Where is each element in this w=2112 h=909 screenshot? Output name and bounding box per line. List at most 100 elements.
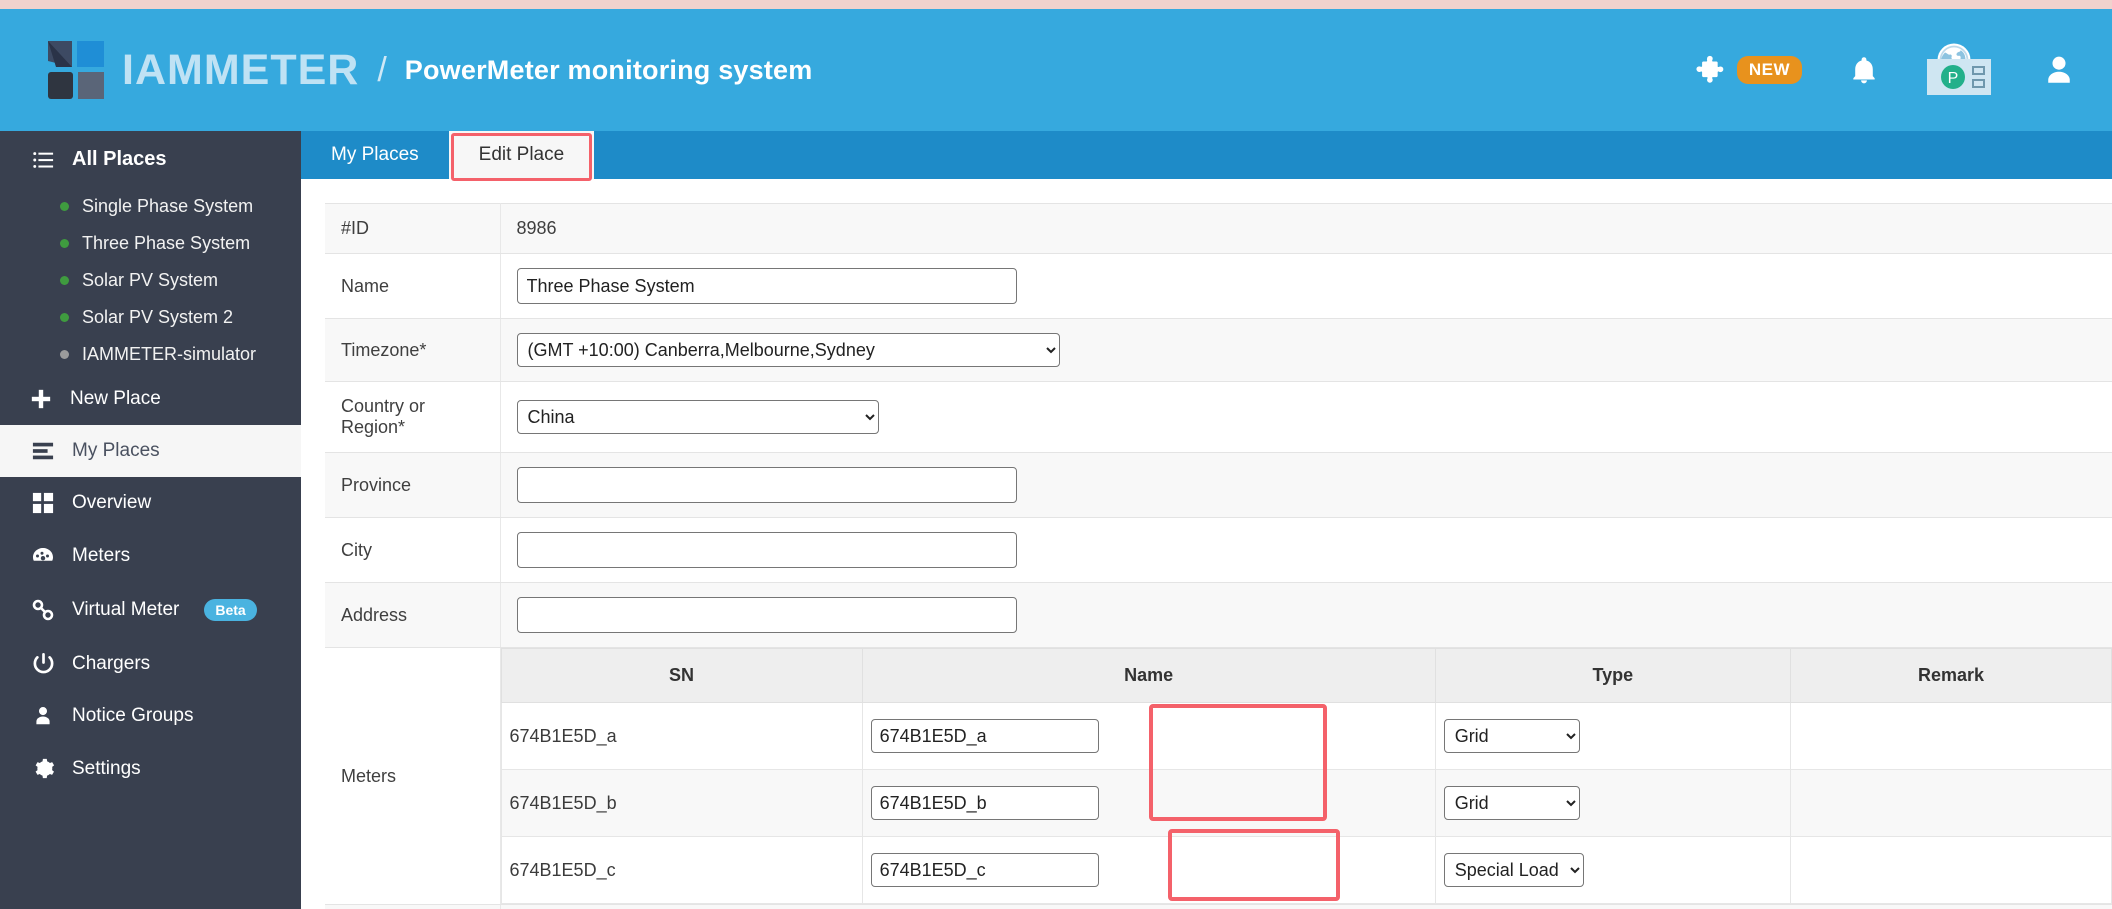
meter-remark xyxy=(1790,702,2112,770)
column-header-name: Name xyxy=(861,648,1436,703)
new-badge: NEW xyxy=(1736,56,1802,84)
puzzle-icon xyxy=(1695,53,1729,87)
timezone-select[interactable]: (GMT +10:00) Canberra,Melbourne,Sydney xyxy=(516,333,1060,367)
status-dot xyxy=(60,350,69,359)
form-row-address: Address xyxy=(325,582,2112,648)
meter-type-select[interactable]: Grid xyxy=(1443,786,1580,820)
province-input[interactable] xyxy=(516,467,1017,503)
meter-sn: 674B1E5D_c xyxy=(500,836,863,904)
header-actions: NEW P xyxy=(1695,42,2076,98)
plugins-button[interactable]: NEW xyxy=(1695,53,1802,87)
meters-header-row: SN Name Type Remark xyxy=(500,648,2112,703)
tab-edit-place[interactable]: Edit Place xyxy=(448,131,595,181)
sidebar-item-overview[interactable]: Overview xyxy=(0,477,301,529)
top-accent-strip xyxy=(0,0,2112,9)
currency-label: Currency xyxy=(325,904,501,909)
table-row: 674B1E5D_b Grid xyxy=(500,769,2112,837)
plus-icon xyxy=(28,388,54,410)
sidebar-item-notice-groups[interactable]: Notice Groups xyxy=(0,690,301,742)
meter-sn: 674B1E5D_b xyxy=(500,769,863,837)
tab-label: My Places xyxy=(331,144,419,165)
address-label: Address xyxy=(325,582,501,648)
link-icon xyxy=(30,598,56,622)
column-header-remark: Remark xyxy=(1790,648,2112,703)
sidebar-notice-groups-label: Notice Groups xyxy=(72,705,194,726)
form-row-province: Province xyxy=(325,452,2112,518)
sidebar-item-all-places[interactable]: All Places xyxy=(0,131,301,188)
brand-logo[interactable]: IAMMETER xyxy=(46,39,359,101)
brand-name: IAMMETER xyxy=(122,45,360,94)
svg-text:P: P xyxy=(1948,70,1959,87)
timezone-label: Timezone* xyxy=(325,318,501,382)
sidebar-overview-label: Overview xyxy=(72,492,152,513)
form-row-name: Name xyxy=(325,253,2112,319)
meter-name-input[interactable] xyxy=(870,786,1099,820)
main-panel: My Places Edit Place #ID 8986 Name Three… xyxy=(301,131,2112,909)
address-input[interactable] xyxy=(516,597,1017,633)
sidebar-item-chargers[interactable]: Chargers xyxy=(0,637,301,690)
country-select[interactable]: China xyxy=(516,400,879,434)
power-icon xyxy=(30,652,56,675)
place-label: Solar PV System 2 xyxy=(82,307,234,327)
name-input[interactable] xyxy=(516,268,1017,304)
sidebar-place-three-phase-system[interactable]: Three Phase System xyxy=(0,225,301,262)
banknote-icon: P xyxy=(1926,58,1992,101)
meter-name-input[interactable] xyxy=(870,719,1099,753)
sidebar-new-place-label: New Place xyxy=(70,388,161,409)
sidebar-settings-label: Settings xyxy=(72,757,141,779)
app-header: IAMMETER / PowerMeter monitoring system … xyxy=(0,9,2112,131)
form-row-id: #ID 8986 xyxy=(325,203,2112,254)
edit-place-form: #ID 8986 Name Timezone* (GMT +10: xyxy=(325,203,2112,909)
column-header-type: Type xyxy=(1434,648,1792,703)
sidebar-item-virtual-meter[interactable]: Virtual Meter Beta xyxy=(0,583,301,637)
id-value: 8986 xyxy=(500,203,2112,254)
iammeter-logo-icon xyxy=(46,39,108,101)
sidebar-item-meters[interactable]: Meters xyxy=(0,529,301,583)
sidebar-place-solar-pv-system[interactable]: Solar PV System xyxy=(0,262,301,299)
page-body: All Places Single Phase System Three Pha… xyxy=(0,131,2112,909)
tab-label: Edit Place xyxy=(478,144,565,165)
sidebar-meters-label: Meters xyxy=(72,545,131,566)
sidebar-item-my-places[interactable]: My Places xyxy=(0,425,301,477)
column-header-sn: SN xyxy=(500,648,863,703)
sidebar-item-settings[interactable]: Settings xyxy=(0,742,301,795)
province-label: Province xyxy=(325,452,501,518)
table-row: 674B1E5D_c Special Load xyxy=(500,836,2112,904)
brand-separator: / xyxy=(377,50,387,89)
place-label: Three Phase System xyxy=(82,233,251,253)
sidebar-item-new-place[interactable]: New Place xyxy=(0,373,301,425)
city-input[interactable] xyxy=(516,532,1017,568)
form-row-currency: Currency USD $ xyxy=(325,904,2112,909)
meter-name-input[interactable] xyxy=(870,853,1099,887)
place-label: Single Phase System xyxy=(82,196,254,216)
country-label: Country or Region* xyxy=(325,381,501,453)
tab-my-places[interactable]: My Places xyxy=(301,131,449,179)
meter-remark xyxy=(1790,769,2112,837)
sidebar-my-places-label: My Places xyxy=(72,440,160,461)
beta-badge: Beta xyxy=(204,599,257,621)
name-label: Name xyxy=(325,253,501,319)
edit-place-form-container: #ID 8986 Name Timezone* (GMT +10: xyxy=(301,179,2112,909)
form-row-timezone: Timezone* (GMT +10:00) Canberra,Melbourn… xyxy=(325,318,2112,382)
id-label: #ID xyxy=(325,203,501,254)
sidebar-place-single-phase-system[interactable]: Single Phase System xyxy=(0,188,301,225)
meters-table: SN Name Type Remark 674B1E5D_a 674B1E5D_… xyxy=(500,648,2112,904)
sidebar-place-solar-pv-system-2[interactable]: Solar PV System 2 xyxy=(0,299,301,336)
bell-icon[interactable] xyxy=(1848,54,1880,86)
form-row-meters: Meters SN Name Type Remark 674B1E5D_a 67… xyxy=(325,647,2112,905)
sidebar: All Places Single Phase System Three Pha… xyxy=(0,131,301,909)
meter-type-select[interactable]: Special Load xyxy=(1443,853,1584,887)
language-currency-button[interactable]: P xyxy=(1926,42,1996,98)
form-row-city: City xyxy=(325,517,2112,583)
user-avatar-icon[interactable] xyxy=(2042,53,2076,87)
meter-remark xyxy=(1790,836,2112,904)
sidebar-place-iammeter-simulator[interactable]: IAMMETER-simulator xyxy=(0,336,301,373)
gauge-icon xyxy=(30,544,56,568)
status-dot xyxy=(60,202,69,211)
status-dot xyxy=(60,239,69,248)
form-row-country: Country or Region* China xyxy=(325,381,2112,453)
app-subtitle: PowerMeter monitoring system xyxy=(404,54,813,85)
meter-type-select[interactable]: Grid xyxy=(1443,719,1580,753)
list-icon xyxy=(30,440,56,462)
sidebar-virtual-meter-label: Virtual Meter xyxy=(72,599,180,620)
